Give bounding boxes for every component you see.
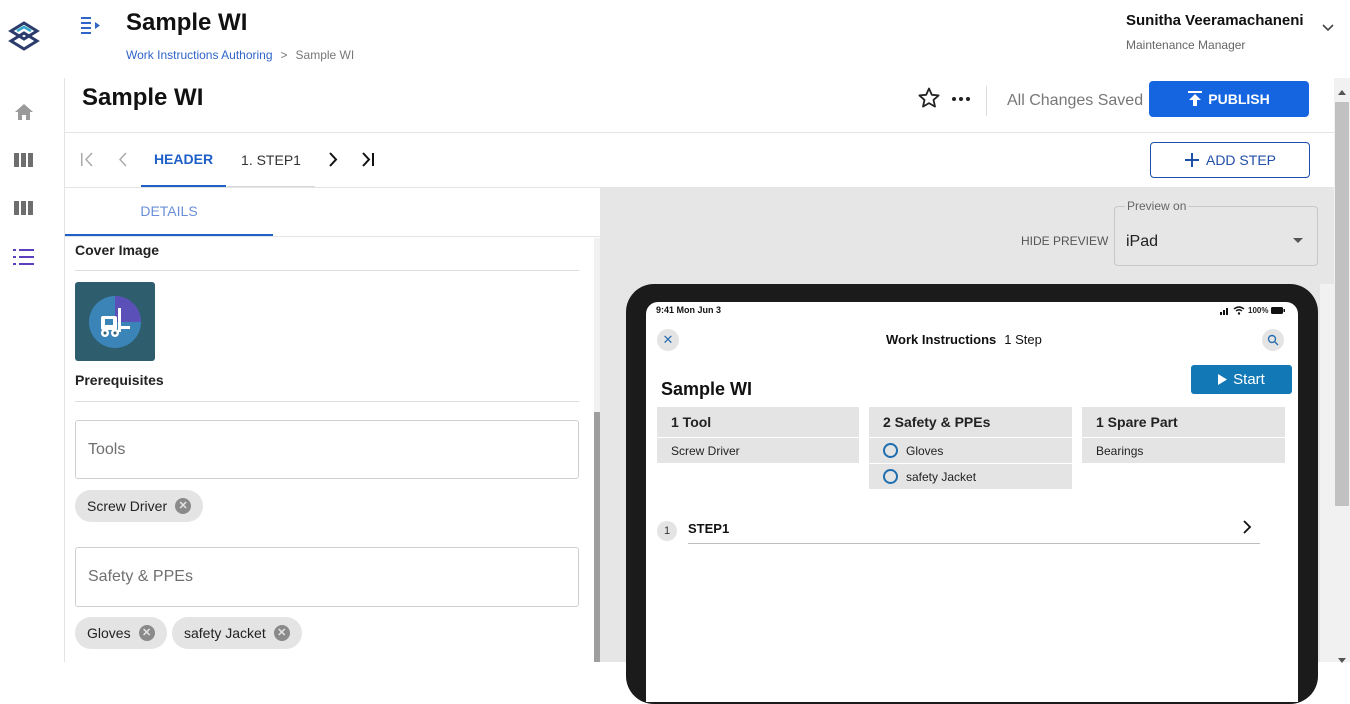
step-number-badge: 1 [657, 521, 677, 541]
hide-preview-button[interactable]: HIDE PREVIEW [1021, 234, 1108, 248]
chip-label: Gloves [87, 625, 131, 641]
tab-details[interactable]: DETAILS [65, 188, 273, 236]
more-options-icon[interactable] [949, 88, 973, 112]
breadcrumb: Work Instructions Authoring > Sample WI [126, 48, 354, 62]
safety-placeholder: Safety & PPEs [88, 568, 193, 585]
tools-card: 1 Tool Screw Driver [657, 407, 859, 463]
status-time: 9:41 Mon Jun 3 [656, 305, 722, 315]
tab-step1[interactable]: 1. STEP1 [227, 133, 315, 187]
divider [986, 86, 987, 116]
cover-image-label: Cover Image [75, 242, 160, 258]
star-icon[interactable] [917, 86, 941, 110]
search-icon[interactable] [1262, 329, 1284, 351]
cover-image[interactable] [75, 282, 155, 361]
prerequisites-label: Prerequisites [75, 372, 164, 388]
battery-icon [1271, 307, 1286, 314]
main-scrollbar[interactable] [1334, 78, 1350, 663]
nav-steps: 1 Step [1004, 332, 1042, 347]
columns-icon[interactable] [12, 148, 36, 172]
plus-icon [1184, 153, 1199, 167]
close-icon[interactable]: ✕ [657, 329, 679, 351]
card-item[interactable]: Gloves [869, 437, 1072, 463]
radio-icon[interactable] [883, 443, 898, 458]
step-name: STEP1 [688, 521, 730, 536]
safety-card: 2 Safety & PPEs Gloves safety Jacket [869, 407, 1072, 489]
preview-panel: HIDE PREVIEW Preview on iPad 9:41 Mon Ju… [600, 188, 1334, 704]
chip-label: Screw Driver [87, 498, 168, 514]
chip-label: safety Jacket [184, 625, 266, 641]
next-step-icon[interactable] [325, 150, 341, 170]
divider [65, 236, 601, 237]
spare-parts-card: 1 Spare Part Bearings [1082, 407, 1285, 463]
close-icon[interactable]: ✕ [273, 625, 290, 641]
card-title: 1 Tool [657, 407, 859, 437]
editor-title: Sample WI [82, 84, 204, 111]
safety-chip[interactable]: Gloves ✕ [75, 617, 167, 649]
home-icon[interactable] [12, 100, 36, 124]
first-step-icon[interactable] [79, 150, 95, 170]
safety-chip[interactable]: safety Jacket ✕ [172, 617, 302, 649]
user-role: Maintenance Manager [1126, 38, 1246, 52]
card-title: 1 Spare Part [1082, 407, 1285, 437]
logo-icon[interactable] [8, 20, 40, 52]
start-label: Start [1233, 371, 1265, 388]
breadcrumb-link[interactable]: Work Instructions Authoring [126, 48, 273, 62]
preview-device-select[interactable]: Preview on iPad [1114, 199, 1318, 266]
last-step-icon[interactable] [360, 150, 378, 170]
card-title: 2 Safety & PPEs [869, 407, 1072, 437]
save-status: All Changes Saved [1007, 92, 1144, 109]
list-icon[interactable] [12, 245, 36, 269]
prev-step-icon[interactable] [115, 150, 131, 170]
tools-placeholder: Tools [88, 441, 126, 458]
tools-input[interactable]: Tools [75, 420, 579, 479]
chevron-right-icon [1243, 520, 1252, 534]
step-row[interactable]: STEP1 [688, 520, 1260, 544]
scrollbar-thumb[interactable] [1335, 102, 1349, 506]
play-icon [1218, 374, 1228, 385]
nav-title: Work Instructions [886, 332, 997, 347]
scroll-up-icon[interactable] [1337, 83, 1347, 95]
left-nav-rail [0, 0, 48, 662]
start-button[interactable]: Start [1191, 365, 1292, 394]
add-step-label: ADD STEP [1205, 152, 1276, 168]
page-title: Sample WI [126, 9, 248, 36]
close-icon[interactable]: ✕ [175, 498, 192, 514]
device-value: iPad [1126, 233, 1159, 250]
wifi-icon [1233, 306, 1245, 315]
divider [75, 401, 579, 402]
columns-icon[interactable] [12, 196, 36, 220]
user-name[interactable]: Sunitha Veeramachaneni [1126, 12, 1304, 29]
preview-scrollbar[interactable] [1320, 284, 1334, 662]
tool-chip[interactable]: Screw Driver ✕ [75, 490, 204, 522]
breadcrumb-separator: > [280, 48, 288, 62]
card-item: Screw Driver [657, 437, 859, 463]
forklift-icon [89, 295, 141, 348]
publish-button[interactable]: PUBLISH [1149, 81, 1309, 117]
close-icon[interactable]: ✕ [138, 625, 155, 641]
details-panel: DETAILS Cover Image Prerequisites Tools … [65, 188, 601, 662]
ipad-frame: 9:41 Mon Jun 3 100% ✕ Work Instructions … [626, 284, 1318, 704]
ipad-screen: 9:41 Mon Jun 3 100% ✕ Work Instructions … [646, 302, 1298, 702]
divider [75, 270, 579, 271]
status-icons: 100% [1220, 306, 1286, 315]
scroll-down-icon[interactable] [1337, 652, 1347, 663]
tab-header[interactable]: HEADER [141, 133, 226, 187]
card-item: Bearings [1082, 437, 1285, 463]
preview-nav-title: Work Instructions 1 Step [886, 332, 1042, 347]
preview-on-label: Preview on [1125, 199, 1189, 213]
preview-wi-title: Sample WI [661, 379, 753, 399]
upload-icon [1188, 91, 1203, 106]
breadcrumb-current: Sample WI [295, 48, 355, 62]
top-bar: Sample WI Work Instructions Authoring > … [64, 0, 1350, 78]
chevron-down-icon[interactable] [1320, 20, 1336, 36]
radio-icon[interactable] [883, 469, 898, 484]
signal-icon [1220, 307, 1228, 315]
publish-label: PUBLISH [1208, 91, 1270, 107]
battery-percent: 100% [1248, 306, 1269, 315]
card-item[interactable]: safety Jacket [869, 463, 1072, 489]
dropdown-arrow-icon [1291, 233, 1305, 243]
menu-toggle-icon[interactable] [80, 14, 104, 38]
safety-ppes-input[interactable]: Safety & PPEs [75, 547, 579, 607]
add-step-button[interactable]: ADD STEP [1150, 142, 1310, 178]
